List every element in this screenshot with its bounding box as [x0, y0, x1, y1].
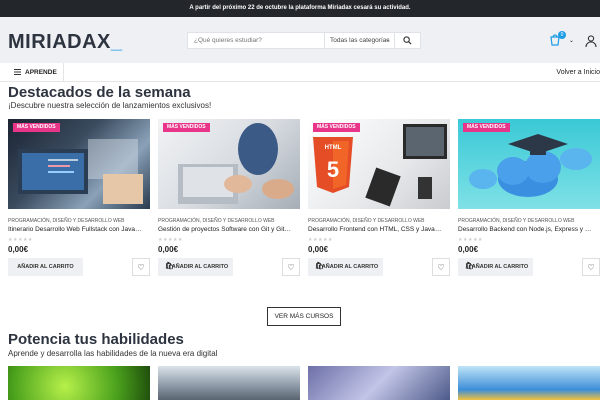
bestseller-tag: MÁS VENDIDOS [313, 123, 360, 132]
course-category[interactable]: PROGRAMACIÓN, DISEÑO Y DESARROLLO WEB [8, 218, 150, 224]
course-price: 0,00€ [158, 245, 179, 254]
html5-devices-image: HTML 5 [313, 124, 447, 207]
cloud-graduation-image [469, 134, 592, 197]
cart-button[interactable]: 0 ⌄ [548, 31, 574, 49]
course-thumbnail[interactable]: MÁS VENDIDOS [458, 119, 600, 209]
aprende-label: APRENDE [25, 69, 57, 76]
skills-subtitle: Aprende y desarrolla las habilidades de … [8, 349, 218, 358]
nav-bar: APRENDE Volver a Inicio [0, 63, 600, 82]
bestseller-tag: MÁS VENDIDOS [13, 123, 60, 132]
add-to-cart-button[interactable]: 🛍 AÑADIR AL CARRITO [458, 258, 533, 276]
course-price: 0,00€ [8, 245, 29, 254]
heart-icon: ♡ [587, 262, 595, 272]
course-category[interactable]: PROGRAMACIÓN, DISEÑO Y DESARROLLO WEB [308, 218, 450, 224]
bestseller-tag: MÁS VENDIDOS [463, 123, 510, 132]
course-card[interactable]: HTML 5 MÁS VENDIDOS PROGRAMACIÓN, DISEÑO … [308, 119, 450, 276]
featured-cards: MÁS VENDIDOS PROGRAMACIÓN, DISEÑO Y DESA… [8, 119, 600, 289]
course-thumbnail[interactable] [308, 366, 450, 400]
heart-icon: ♡ [287, 262, 295, 272]
course-category[interactable]: PROGRAMACIÓN, DISEÑO Y DESARROLLO WEB [458, 218, 600, 224]
category-select-label: Todas las categorías [330, 37, 390, 44]
wishlist-button[interactable]: ♡ [132, 258, 150, 276]
course-price: 0,00€ [458, 245, 479, 254]
chevron-down-icon[interactable]: ⌄ [569, 37, 574, 44]
wishlist-button[interactable]: ♡ [582, 258, 600, 276]
back-home-link[interactable]: Volver a Inicio [556, 63, 600, 82]
aprende-menu-button[interactable]: APRENDE [8, 63, 64, 82]
search-input[interactable] [188, 33, 324, 48]
bag-icon: 🛍 [315, 263, 324, 270]
user-icon [585, 35, 597, 48]
featured-subtitle: ¡Descubre nuestra selección de lanzamien… [8, 101, 212, 110]
course-name[interactable]: Desarrollo Backend con Node.js, Express … [458, 226, 594, 233]
laptop-code-image [18, 139, 143, 204]
announcement-text: A partir del próximo 22 de octubre la pl… [189, 5, 411, 11]
course-category[interactable]: PROGRAMACIÓN, DISEÑO Y DESARROLLO WEB [158, 218, 300, 224]
course-thumbnail[interactable] [158, 366, 300, 400]
site-header: MIRIADAX_ Todas las categorías⌄ 0 ⌄ [0, 17, 600, 63]
course-thumbnail[interactable]: HTML 5 MÁS VENDIDOS [308, 119, 450, 209]
menu-icon [14, 69, 21, 76]
logo-text: MIRIADAX [8, 31, 111, 53]
svg-text:5: 5 [327, 157, 339, 182]
skills-title: Potencia tus habilidades [8, 331, 184, 348]
course-thumbnail[interactable] [458, 366, 600, 400]
rating-stars: ★★★★★ [158, 237, 183, 243]
add-to-cart-button[interactable]: 🛍 AÑADIR AL CARRITO [308, 258, 383, 276]
bag-icon: 🛍 [465, 263, 474, 270]
announcement-bar: A partir del próximo 22 de octubre la pl… [0, 0, 600, 17]
search-icon [403, 36, 412, 45]
logo[interactable]: MIRIADAX_ [8, 31, 123, 54]
category-select[interactable]: Todas las categorías ⌄ [324, 33, 394, 48]
bag-icon: 🛍 [165, 263, 174, 270]
people-laptop-image [178, 123, 294, 204]
course-name[interactable]: Itinerario Desarrollo Web Fullstack con … [8, 226, 144, 233]
wishlist-button[interactable]: ♡ [282, 258, 300, 276]
search-button[interactable] [394, 33, 420, 48]
featured-title: Destacados de la semana [8, 84, 191, 101]
wishlist-button[interactable]: ♡ [432, 258, 450, 276]
course-card[interactable]: MÁS VENDIDOS PROGRAMACIÓN, DISEÑO Y DESA… [8, 119, 150, 276]
heart-icon: ♡ [137, 262, 145, 272]
course-thumbnail[interactable] [8, 366, 150, 400]
course-name[interactable]: Gestión de proyectos Software con Git y … [158, 226, 294, 233]
rating-stars: ★★★★★ [8, 237, 33, 243]
see-more-courses-button[interactable]: VER MÁS CURSOS [267, 307, 341, 326]
course-thumbnail[interactable]: MÁS VENDIDOS [158, 119, 300, 209]
course-card[interactable]: MÁS VENDIDOS PROGRAMACIÓN, DISEÑO Y DESA… [458, 119, 600, 276]
chevron-down-icon: ⌄ [384, 37, 390, 43]
course-thumbnail[interactable]: MÁS VENDIDOS [8, 119, 150, 209]
course-card[interactable]: MÁS VENDIDOS PROGRAMACIÓN, DISEÑO Y DESA… [158, 119, 300, 276]
course-price: 0,00€ [308, 245, 329, 254]
add-to-cart-button[interactable]: 🛍 AÑADIR AL CARRITO [158, 258, 233, 276]
cart-count-badge: 0 [558, 31, 566, 39]
svg-text:HTML: HTML [325, 145, 342, 151]
course-name[interactable]: Desarrollo Frontend con HTML, CSS y Java… [308, 226, 444, 233]
logo-cursor: _ [110, 31, 123, 53]
account-button[interactable] [585, 34, 597, 52]
heart-icon: ♡ [437, 262, 445, 272]
rating-stars: ★★★★★ [308, 237, 333, 243]
bestseller-tag: MÁS VENDIDOS [163, 123, 210, 132]
add-to-cart-button[interactable]: AÑADIR AL CARRITO [8, 258, 83, 276]
search-bar: Todas las categorías⌄ [187, 32, 421, 49]
rating-stars: ★★★★★ [458, 237, 483, 243]
